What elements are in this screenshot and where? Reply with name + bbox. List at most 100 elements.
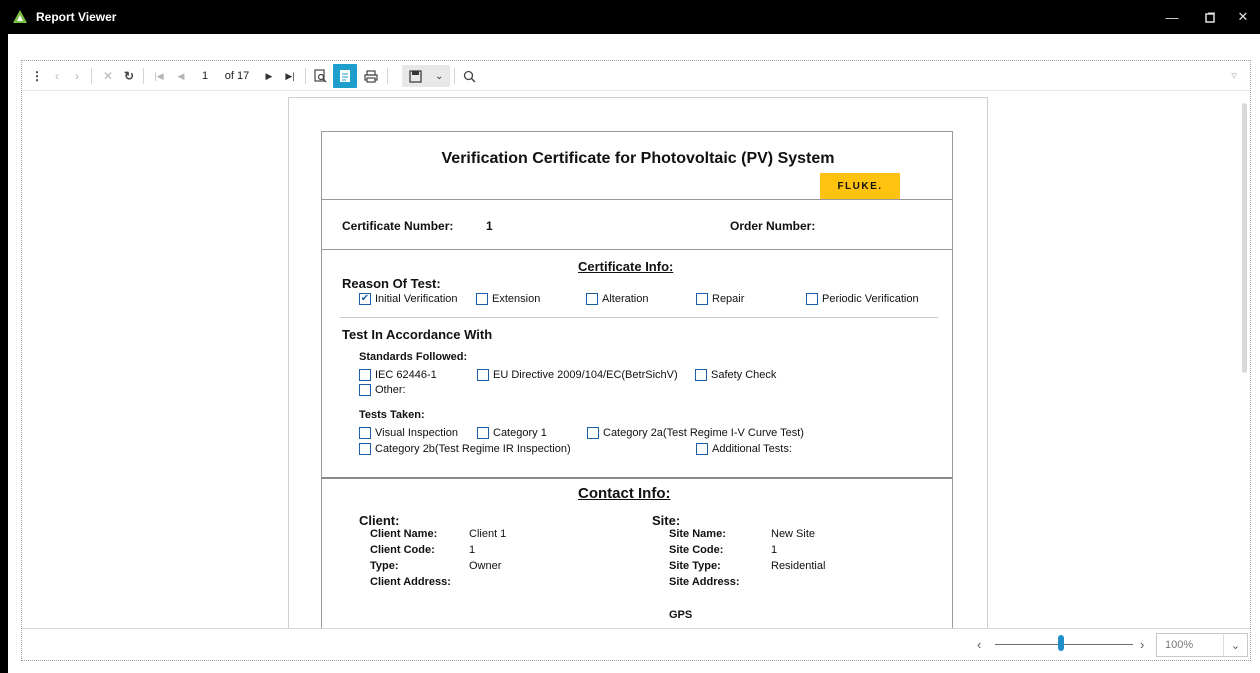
site-address-label: Site Address: [669,576,740,588]
zoom-out-button[interactable]: ‹ [977,637,981,652]
checkbox-label: Periodic Verification [822,293,919,305]
zoom-level-select[interactable]: 100% ⌄ [1156,633,1248,657]
tests-taken-label: Tests Taken: [359,409,425,421]
checkbox-icon [586,293,598,305]
refresh-icon: ↻ [123,69,135,83]
site-name-value: New Site [771,528,816,540]
checkbox-icon [359,384,371,396]
divider [322,477,952,479]
report-page: Verification Certificate for Photovoltai… [288,97,988,628]
order-number-label: Order Number: [730,219,816,233]
document-icon [340,70,350,82]
window-border [0,34,8,673]
forward-button[interactable]: › [68,61,86,91]
chevron-left-icon: ‹ [977,637,982,652]
next-page-button[interactable]: ▶ [260,61,278,91]
back-button[interactable]: ‹ [48,61,66,91]
next-page-icon: ▶ [265,70,273,81]
report-title: Verification Certificate for Photovoltai… [441,150,835,167]
checkbox-icon [359,427,371,439]
checkbox-label: Alteration [602,293,649,305]
checkbox-icon [587,427,599,439]
checkbox-label: Category 2a(Test Regime I-V Curve Test) [603,427,804,439]
checkbox-additional-tests[interactable]: Additional Tests: [696,443,792,455]
checkbox-checked-icon: ✔ [359,293,371,305]
divider [340,317,938,318]
export-dropdown-button[interactable]: ⌄ [402,65,450,87]
app-logo-icon [13,10,27,23]
checkbox-alteration[interactable]: Alteration [586,293,648,305]
vertical-scrollbar[interactable] [1242,103,1247,373]
stop-button[interactable]: ✕ [98,61,118,91]
checkbox-category-2a[interactable]: Category 2a(Test Regime I-V Curve Test) [587,427,804,439]
site-type-value: Residential [771,560,826,572]
find-button[interactable] [459,61,479,91]
close-button[interactable]: ✕ [1224,0,1260,34]
minimize-button[interactable]: — [1153,0,1191,34]
fluke-logo: FLUKE. [820,173,900,199]
fluke-logo-text: FLUKE. [837,180,883,192]
site-code-value: 1 [771,544,778,556]
client-type-value: Owner [469,560,502,572]
checkbox-label: Safety Check [711,369,777,381]
checkbox-icon [695,369,707,381]
zoom-slider-handle[interactable] [1058,635,1064,651]
zoom-slider-track[interactable] [995,644,1133,645]
certificate-number-label: Certificate Number: [342,219,454,233]
document-map-button[interactable] [309,61,331,91]
checkbox-repair[interactable]: Repair [696,293,744,305]
gps-label: GPS [669,609,693,621]
chevron-down-icon: ⌄ [434,70,444,82]
checkbox-label: Visual Inspection [375,427,458,439]
checkbox-category-1[interactable]: Category 1 [477,427,547,439]
close-icon: ✕ [102,69,114,83]
reason-of-test-label: Reason Of Test: [342,276,441,291]
contact-info-heading: Contact Info: [578,485,671,502]
checkbox-label: Category 1 [493,427,547,439]
previous-page-button[interactable]: ◀ [172,61,190,91]
printer-icon [364,69,378,83]
print-button[interactable] [360,61,382,91]
menu-button[interactable]: ⋮ [30,61,44,91]
checkbox-periodic-verification[interactable]: Periodic Verification [806,293,919,305]
document-search-icon [313,69,326,83]
zoom-level-value: 100% [1165,639,1194,651]
refresh-button[interactable]: ↻ [119,61,139,91]
client-name-label: Client Name: [370,528,438,540]
certificate-number-value: 1 [486,219,493,233]
checkbox-label: Additional Tests: [712,443,792,455]
print-layout-button[interactable] [333,64,357,88]
save-icon [409,69,422,83]
client-type-label: Type: [370,560,399,572]
divider [322,249,952,250]
checkbox-label: Initial Verification [375,293,458,305]
current-page-input[interactable]: 1 [194,61,216,91]
toolbar-divider [305,68,306,84]
checkbox-initial-verification[interactable]: ✔ Initial Verification [359,293,458,305]
last-page-icon: ▶| [285,70,295,81]
checkbox-eu-directive[interactable]: EU Directive 2009/104/EC(BetrSichV) [477,369,678,381]
checkbox-icon [359,443,371,455]
chevron-down-icon: ⌄ [1223,634,1247,656]
parameters-button[interactable]: ▿ [1226,67,1242,83]
first-page-icon: |◀ [154,70,164,81]
checkbox-category-2b[interactable]: Category 2b(Test Regime IR Inspection) [359,443,571,455]
chevron-right-icon: › [1140,637,1145,652]
zoom-in-button[interactable]: › [1140,637,1144,652]
zoom-bar: ‹ › 100% ⌄ [22,628,1250,660]
last-page-button[interactable]: ▶| [280,61,300,91]
checkbox-safety-check[interactable]: Safety Check [695,369,776,381]
checkbox-icon [477,369,489,381]
checkbox-label: IEC 62446-1 [375,369,437,381]
checkbox-extension[interactable]: Extension [476,293,540,305]
checkbox-other-standard[interactable]: Other: [359,384,406,396]
checkbox-label: Other: [375,384,406,396]
divider [322,199,952,200]
checkbox-icon [359,369,371,381]
checkbox-visual-inspection[interactable]: Visual Inspection [359,427,458,439]
client-code-label: Client Code: [370,544,435,556]
client-name-value: Client 1 [469,528,507,540]
first-page-button[interactable]: |◀ [150,61,168,91]
toolbar-divider [387,68,388,84]
checkbox-iec-62446[interactable]: IEC 62446-1 [359,369,437,381]
